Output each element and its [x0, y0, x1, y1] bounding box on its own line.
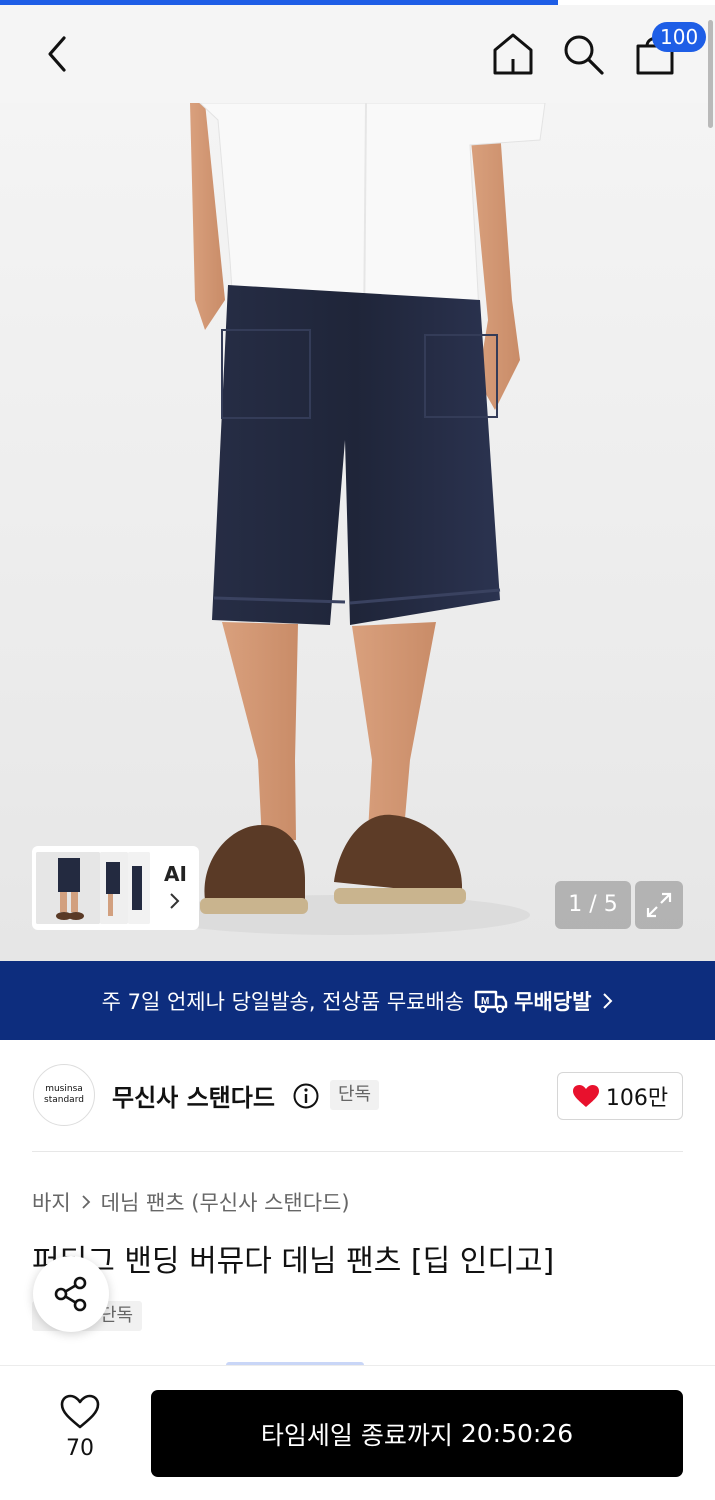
thumbnail-image[interactable]	[128, 852, 150, 924]
delivery-banner-text: 주 7일 언제나 당일발송, 전상품 무료배송	[101, 989, 465, 1014]
search-button[interactable]	[556, 27, 610, 81]
cart-count-badge: 100	[652, 22, 707, 52]
home-icon	[493, 33, 533, 75]
product-page: 100 AI 1 / 5 주 7일 언제나 당일발송, 전상품 무료배송 M 무…	[0, 0, 715, 1500]
breadcrumb-item[interactable]: 데님 팬츠 (무신사 스탠다드)	[101, 1187, 350, 1217]
delivery-truck-icon: M	[474, 990, 508, 1013]
chevron-right-icon	[170, 893, 180, 909]
product-photo-illustration	[150, 103, 546, 935]
top-app-bar	[0, 5, 715, 103]
wishlist-count: 70	[66, 1436, 94, 1461]
chevron-right-icon	[82, 1195, 90, 1209]
heart-outline-icon	[60, 1394, 100, 1429]
home-button[interactable]	[486, 27, 540, 81]
exclusive-tag: 단독	[330, 1080, 380, 1110]
thumbnail-image[interactable]	[100, 852, 128, 924]
info-icon[interactable]	[292, 1082, 320, 1110]
scrollbar[interactable]	[708, 20, 713, 128]
time-sale-label: 타임세일 종료까지	[260, 1420, 453, 1450]
chevron-right-icon	[603, 992, 613, 1009]
divider	[32, 1151, 683, 1152]
thumbnail-image[interactable]	[36, 852, 100, 924]
image-counter: 1 / 5	[555, 881, 631, 929]
product-image[interactable]	[0, 103, 715, 961]
store-like-count: 106만	[605, 1086, 669, 1111]
delivery-brand: M 무배당발	[474, 986, 591, 1016]
fullscreen-button[interactable]	[635, 881, 683, 929]
store-name[interactable]: 무신사 스탠다드	[112, 1078, 275, 1113]
ai-label: AI	[164, 862, 187, 886]
product-title: 퍼티그 밴딩 버뮤다 데님 팬츠 [딥 인디고]	[32, 1244, 555, 1279]
share-icon	[54, 1276, 87, 1312]
expand-icon	[646, 892, 672, 918]
store-row: musinsa standard 무신사 스탠다드 단독 106만	[0, 1040, 715, 1152]
ai-styling-thumbnails[interactable]: AI	[32, 846, 199, 930]
store-logo[interactable]: musinsa standard	[33, 1064, 95, 1126]
chevron-left-icon	[48, 36, 66, 72]
bottom-action-bar: 70 타임세일 종료까지 20:50:26	[0, 1365, 715, 1500]
page-load-progress	[0, 0, 558, 5]
wishlist-button[interactable]: 70	[40, 1394, 120, 1474]
svg-text:M: M	[481, 996, 489, 1007]
store-like-button[interactable]: 106만	[557, 1072, 683, 1120]
share-button[interactable]	[33, 1256, 109, 1332]
search-icon	[564, 35, 604, 75]
delivery-banner[interactable]: 주 7일 언제나 당일발송, 전상품 무료배송 M 무배당발	[0, 961, 715, 1040]
delivery-brand-label: 무배당발	[514, 989, 592, 1014]
time-sale-countdown: 20:50:26	[460, 1419, 574, 1448]
breadcrumb: 바지 데님 팬츠 (무신사 스탠다드)	[32, 1187, 350, 1217]
store-logo-text: musinsa	[45, 1084, 83, 1094]
breadcrumb-item[interactable]: 바지	[32, 1187, 71, 1217]
back-button[interactable]	[30, 27, 84, 81]
store-logo-text: standard	[44, 1095, 84, 1105]
heart-icon	[572, 1085, 599, 1107]
time-sale-button[interactable]: 타임세일 종료까지 20:50:26	[151, 1390, 683, 1477]
